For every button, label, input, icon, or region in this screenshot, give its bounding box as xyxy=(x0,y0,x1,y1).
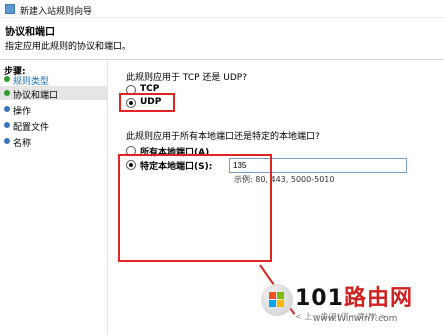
page-subtitle: 指定应用此规则的协议和端口。 xyxy=(5,42,132,52)
sidebar-item-protocol-ports[interactable]: 协议和端口 xyxy=(0,86,108,101)
step-pending-icon xyxy=(4,122,10,128)
protocol-question: 此规则应用于 TCP 还是 UDP? xyxy=(126,73,247,83)
sidebar-item-rule-type[interactable]: 规则类型 xyxy=(0,72,108,87)
watermark-number: 101 xyxy=(295,286,344,311)
watermark-name: 路由网 xyxy=(343,286,413,311)
step-pending-icon xyxy=(4,138,10,144)
sidebar-item-label: 配置文件 xyxy=(13,123,50,133)
sidebar-item-action[interactable]: 操作 xyxy=(0,102,108,117)
sidebar-item-name[interactable]: 名称 xyxy=(0,134,108,149)
watermark-url: www.Winwin7.com xyxy=(313,314,398,324)
title-bar: 新建入站规则向导 xyxy=(0,0,444,18)
step-current-icon xyxy=(4,90,10,96)
udp-highlight-box xyxy=(119,93,175,112)
firewall-app-icon xyxy=(5,4,15,14)
step-pending-icon xyxy=(4,106,10,112)
ports-question: 此规则应用于所有本地端口还是特定的本地端口? xyxy=(126,132,320,142)
page-title: 协议和端口 xyxy=(5,27,55,38)
wizard-header: 协议和端口 指定应用此规则的协议和端口。 xyxy=(0,18,444,60)
sidebar-item-profile[interactable]: 配置文件 xyxy=(0,118,108,133)
sidebar-item-label: 协议和端口 xyxy=(13,91,59,101)
site-watermark: 101路由网 www.Winwin7.com xyxy=(261,280,439,328)
window-title: 新建入站规则向导 xyxy=(20,7,93,17)
windows-logo-icon xyxy=(261,284,293,316)
ports-highlight-box xyxy=(118,154,272,262)
steps-sidebar: 步骤: 规则类型 协议和端口 操作 配置文件 名称 xyxy=(0,60,108,335)
step-done-icon xyxy=(4,76,10,82)
sidebar-item-label: 名称 xyxy=(13,139,32,149)
sidebar-item-label: 操作 xyxy=(13,107,32,117)
watermark-brand: 101路由网 xyxy=(295,280,413,312)
